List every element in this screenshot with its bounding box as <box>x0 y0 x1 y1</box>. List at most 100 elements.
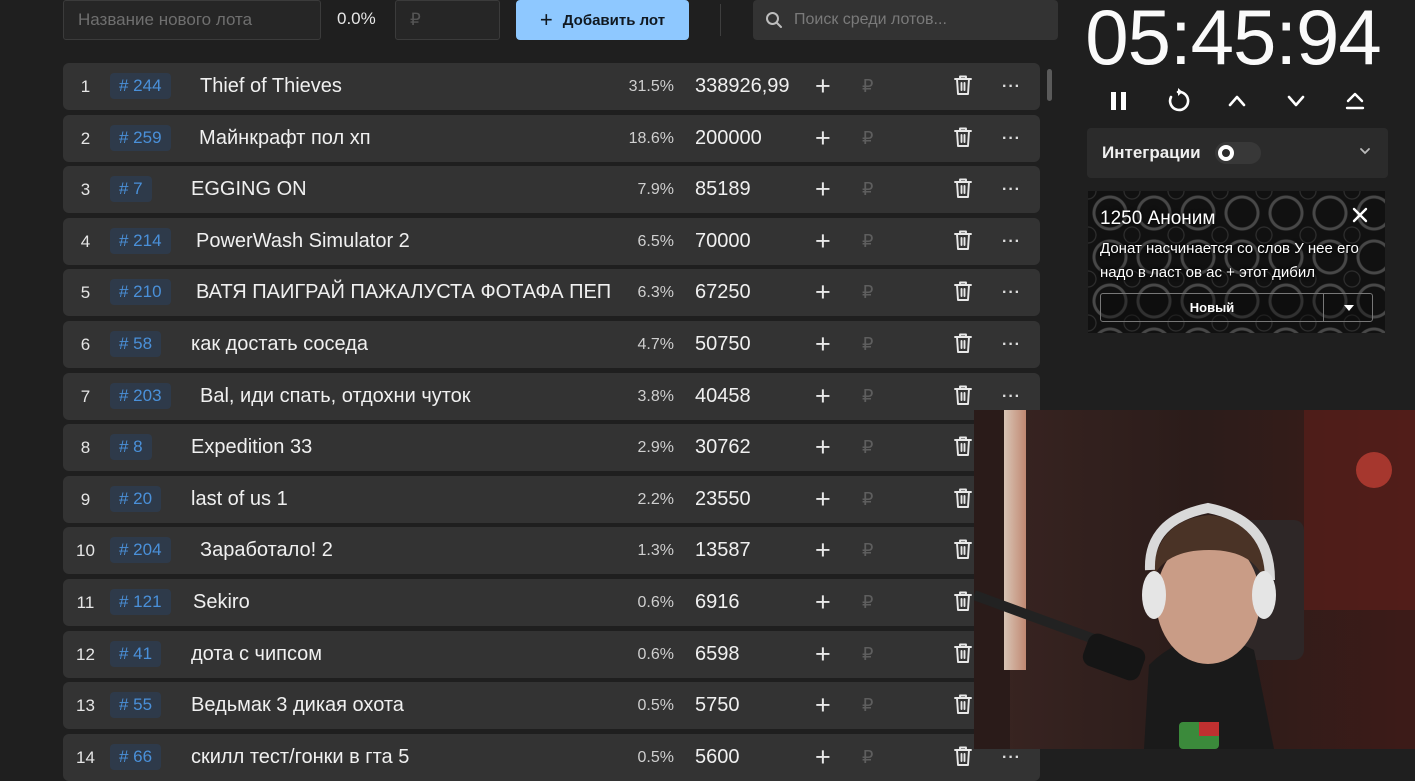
currency-input[interactable]: ₽ <box>862 424 873 471</box>
add-lot-button[interactable]: + Добавить лот <box>516 0 689 40</box>
donation-status-select[interactable]: Новый <box>1100 293 1373 322</box>
lot-title[interactable]: Ведьмак 3 дикая охота <box>191 682 611 729</box>
trash-icon[interactable] <box>953 332 973 359</box>
trash-icon[interactable] <box>953 177 973 204</box>
lot-title[interactable]: Заработало! 2 <box>200 527 620 574</box>
add-amount-button[interactable]: + <box>815 476 831 523</box>
lot-id[interactable]: # 20 <box>110 485 162 512</box>
lot-title[interactable]: Sekiro <box>193 579 613 626</box>
add-amount-button[interactable]: + <box>815 321 831 368</box>
reset-timer-button[interactable] <box>1161 84 1195 118</box>
lot-row[interactable]: 4 # 214 PowerWash Simulator 2 6.5% 70000 + ₽ ··… <box>63 217 1040 265</box>
lot-search[interactable] <box>753 0 1058 40</box>
lot-id[interactable]: # 204 <box>110 537 171 564</box>
currency-input[interactable]: ₽ <box>862 269 873 316</box>
currency-input[interactable]: ₽ <box>862 115 873 162</box>
lot-row[interactable]: 5 # 210 ВАТЯ ПАИГРАЙ ПАЖАЛУСТА ФОТАФА ПЕП 6… <box>63 269 1040 317</box>
currency-input[interactable]: ₽ <box>862 476 873 523</box>
trash-icon[interactable] <box>953 126 973 153</box>
list-scrollbar[interactable] <box>1047 69 1052 101</box>
add-amount-button[interactable]: + <box>815 579 831 626</box>
currency-input[interactable]: ₽ <box>862 373 873 420</box>
timer-double-up-button[interactable] <box>1338 84 1372 118</box>
lot-id[interactable]: # 210 <box>110 279 171 306</box>
timer-up-button[interactable] <box>1220 84 1254 118</box>
add-amount-button[interactable]: + <box>815 218 831 265</box>
add-amount-button[interactable]: + <box>815 115 831 162</box>
lot-title[interactable]: PowerWash Simulator 2 <box>196 218 616 265</box>
lot-row[interactable]: 2 # 259 Майнкрафт пол хп 18.6% 200000 + ₽ ··· <box>63 114 1040 162</box>
more-options-button[interactable]: ··· <box>1002 218 1021 265</box>
lot-title[interactable]: Bal, иди спать, отдохни чуток <box>200 373 620 420</box>
more-options-button[interactable]: ··· <box>1002 166 1021 213</box>
lot-title[interactable]: Expedition 33 <box>191 424 611 471</box>
new-lot-name-input[interactable] <box>63 0 321 40</box>
currency-input[interactable]: ₽ <box>862 63 873 110</box>
lot-id[interactable]: # 66 <box>110 743 162 770</box>
lot-row[interactable]: 13# 55Ведьмак 3 дикая охота0.5%5750+₽··· <box>63 682 1040 730</box>
search-input[interactable] <box>792 10 1046 30</box>
currency-input[interactable]: ₽ <box>862 166 873 213</box>
currency-input[interactable]: ₽ <box>862 682 873 729</box>
chevron-down-icon[interactable] <box>1358 144 1372 158</box>
dropdown-arrow-icon[interactable] <box>1344 305 1354 311</box>
trash-icon[interactable] <box>953 745 973 772</box>
add-amount-button[interactable]: + <box>815 166 831 213</box>
add-amount-button[interactable]: + <box>815 373 831 420</box>
lot-row[interactable]: 9# 20last of us 12.2%23550+₽··· <box>63 475 1040 523</box>
trash-icon[interactable] <box>953 487 973 514</box>
lot-title[interactable]: Thief of Thieves <box>200 63 620 110</box>
lot-row[interactable]: 1 # 244 Thief of Thieves 31.5% 338926,99 + ₽ ··… <box>63 63 1040 110</box>
lot-id[interactable]: # 203 <box>110 382 171 409</box>
lot-title[interactable]: last of us 1 <box>191 476 611 523</box>
trash-icon[interactable] <box>953 229 973 256</box>
lot-title[interactable]: EGGING ON <box>191 166 611 213</box>
more-options-button[interactable]: ··· <box>1002 269 1021 316</box>
trash-icon[interactable] <box>953 590 973 617</box>
trash-icon[interactable] <box>953 384 973 411</box>
lot-row[interactable]: 12# 41дота с чипсом0.6%6598+₽··· <box>63 630 1040 678</box>
add-amount-button[interactable]: + <box>815 527 831 574</box>
timer-down-button[interactable] <box>1279 84 1313 118</box>
close-icon[interactable] <box>1351 206 1369 224</box>
currency-input[interactable]: ₽ <box>862 631 873 678</box>
currency-input[interactable]: ₽ <box>862 527 873 574</box>
lot-id[interactable]: # 214 <box>110 227 171 254</box>
trash-icon[interactable] <box>953 74 973 101</box>
lot-title[interactable]: дота с чипсом <box>191 631 611 678</box>
lot-row[interactable]: 7 # 203 Bal, иди спать, отдохни чуток 3.8% 4… <box>63 372 1040 420</box>
add-amount-button[interactable]: + <box>815 424 831 471</box>
more-options-button[interactable]: ··· <box>1002 115 1021 162</box>
currency-input[interactable]: ₽ <box>862 218 873 265</box>
lot-title[interactable]: скилл тест/гонки в гта 5 <box>191 734 611 781</box>
trash-icon[interactable] <box>953 435 973 462</box>
integrations-panel[interactable]: Интеграции <box>1087 128 1388 178</box>
pause-button[interactable] <box>1102 84 1136 118</box>
lot-row[interactable]: 14 # 66 скилл тест/гонки в гта 5 0.5% 5600 + ₽… <box>63 733 1040 781</box>
add-amount-button[interactable]: + <box>815 63 831 110</box>
integrations-toggle[interactable] <box>1214 142 1261 164</box>
lot-title[interactable]: ВАТЯ ПАИГРАЙ ПАЖАЛУСТА ФОТАФА ПЕП <box>196 269 616 316</box>
lot-id[interactable]: # 55 <box>110 692 162 719</box>
currency-input[interactable]: ₽ <box>862 579 873 626</box>
lot-row[interactable]: 8# 8Expedition 332.9%30762+₽··· <box>63 424 1040 472</box>
lot-id[interactable]: # 58 <box>110 331 162 357</box>
lot-row[interactable]: 6 # 58 как достать соседа 4.7% 50750 + ₽ ··· <box>63 321 1040 368</box>
lot-id[interactable]: # 121 <box>110 589 171 615</box>
lot-id[interactable]: # 244 <box>110 73 171 99</box>
add-amount-button[interactable]: + <box>815 682 831 729</box>
add-amount-button[interactable]: + <box>815 631 831 678</box>
currency-input[interactable]: ₽ <box>862 734 873 781</box>
lot-title[interactable]: как достать соседа <box>191 321 611 368</box>
trash-icon[interactable] <box>953 280 973 307</box>
trash-icon[interactable] <box>953 642 973 669</box>
lot-title[interactable]: Майнкрафт пол хп <box>199 115 619 162</box>
add-amount-button[interactable]: + <box>815 734 831 781</box>
lot-id[interactable]: # 8 <box>110 434 152 461</box>
trash-icon[interactable] <box>953 538 973 565</box>
more-options-button[interactable]: ··· <box>1002 321 1021 368</box>
lot-id[interactable]: # 41 <box>110 640 162 667</box>
add-amount-button[interactable]: + <box>815 269 831 316</box>
new-lot-amount-input[interactable] <box>395 0 500 40</box>
trash-icon[interactable] <box>953 693 973 720</box>
